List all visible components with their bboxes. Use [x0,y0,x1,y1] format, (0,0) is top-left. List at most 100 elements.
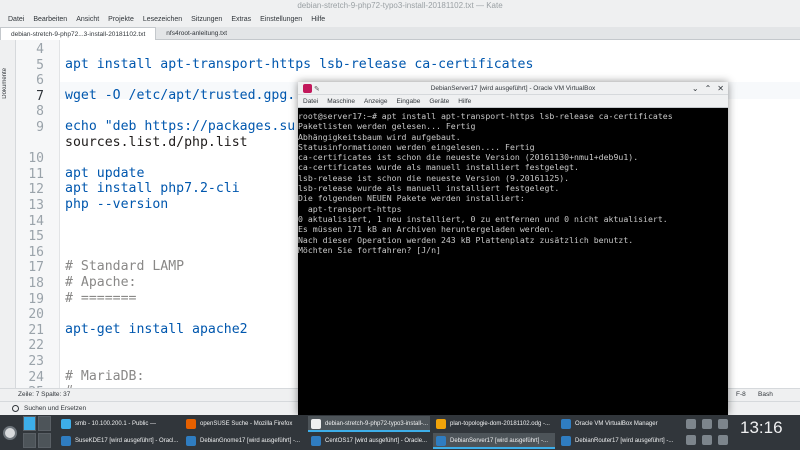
kate-menu-ansicht[interactable]: Ansicht [76,16,99,23]
kate-menu-datei[interactable]: Datei [8,16,24,23]
virtualbox-window[interactable]: ✎ DebianServer17 [wird ausgeführt] - Ora… [298,82,728,415]
code-line[interactable]: apt-get install apache2 [65,322,248,337]
search-replace-label: Suchen und Ersetzen [24,405,87,412]
taskbar-entry[interactable]: DebianRouter17 [wird ausgeführt] -... [558,433,680,449]
network-icon[interactable] [702,419,712,429]
desktop: debian-stretch-9-php72-typo3-install-201… [0,0,800,450]
code-line[interactable]: # Apache: [65,275,136,290]
taskbar-entry-label: DebianServer17 [wird ausgeführt] -... [450,438,549,444]
taskbar-entry-label: CentOS17 [wird ausgeführt] - Oracle... [325,438,428,444]
terminal-line: ca-certificates wurde als manuell instal… [298,162,579,173]
application-launcher-icon[interactable] [3,426,17,440]
kate-menu-extras[interactable]: Extras [231,16,251,23]
vbox-menu-anzeige[interactable]: Anzeige [364,98,388,105]
virtualbox-title: DebianServer17 [wird ausgeführt] - Oracl… [430,85,596,92]
kate-menu-projekte[interactable]: Projekte [108,16,134,23]
window-icon [311,436,321,446]
line-number: 16 [28,244,44,260]
code-line[interactable]: echo "deb https://packages.su [65,119,295,134]
window-icon [436,436,446,446]
taskbar-entry[interactable]: CentOS17 [wird ausgeführt] - Oracle... [308,433,430,449]
terminal-line: ca-certificates ist schon die neueste Ve… [298,152,639,163]
vm-console[interactable]: root@server17:~# apt install apt-transpo… [298,108,728,415]
line-number: 10 [28,151,44,167]
clock[interactable]: 13:16 [740,418,783,438]
code-line[interactable]: sources.list.d/php.list [65,135,248,150]
code-line[interactable]: # ======= [65,291,136,306]
terminal-line: root@server17:~# apt install apt-transpo… [298,111,673,121]
code-line[interactable]: apt install apt-transport-https lsb-rele… [65,57,533,72]
window-icon [436,419,446,429]
kate-menu-bearbeiten[interactable]: Bearbeiten [33,16,67,23]
kate-menu-einstellungen[interactable]: Einstellungen [260,16,302,23]
syntax-mode[interactable]: Bash [758,391,773,398]
line-number: 17 [28,260,44,276]
code-line[interactable]: # MariaDB: [65,369,144,384]
taskbar-entry[interactable]: debian-stretch-9-php72-typo3-install-... [308,416,430,432]
vbox-menu-geräte[interactable]: Geräte [429,98,449,105]
taskbar-entry[interactable]: DebianServer17 [wird ausgeführt] -... [433,433,555,449]
virtualbox-title-bar[interactable]: ✎ DebianServer17 [wird ausgeführt] - Ora… [298,82,728,95]
virtual-desktop-pager[interactable] [23,415,53,450]
terminal-line: Es müssen 171 kB an Archiven heruntergel… [298,224,555,235]
code-line[interactable]: # Standard LAMP [65,259,184,274]
kate-menu-sitzungen[interactable]: Sitzungen [191,16,222,23]
search-icon [12,405,19,412]
close-icon[interactable]: ✕ [717,83,724,94]
terminal-line: Möchten Sie fortfahren? [J/n] [298,244,441,255]
window-icon [561,436,571,446]
line-number: 7 [36,88,44,104]
window-icon [186,436,196,446]
notifications-icon[interactable] [686,435,696,445]
line-number: 11 [28,166,44,182]
cursor-position: Zeile: 7 Spalte: 37 [18,391,71,398]
minimize-icon[interactable]: ⌄ [692,83,699,94]
kate-menu-hilfe[interactable]: Hilfe [311,16,325,23]
line-number: 5 [36,57,44,73]
terminal-line: lsb-release ist schon die neueste Versio… [298,172,570,183]
line-number: 23 [28,354,44,369]
vbox-menu-eingabe[interactable]: Eingabe [397,98,421,105]
volume-icon[interactable] [718,419,728,429]
taskbar-entry[interactable]: plan-topologie-dom-20181102.odg -... [433,416,555,432]
taskbar-entry-label: debian-stretch-9-php72-typo3-install-... [325,421,429,427]
window-icon [561,419,571,429]
updates-icon[interactable] [702,435,712,445]
vbox-menu-datei[interactable]: Datei [303,98,318,105]
taskbar-entry[interactable]: DebianGnome17 [wird ausgeführt] -... [183,433,305,449]
code-line[interactable]: wget -O /etc/apt/trusted.gpg. [65,88,295,103]
code-line[interactable]: apt update [65,166,144,181]
terminal-line: Die folgenden NEUEN Pakete werden instal… [298,193,525,204]
taskbar-entry[interactable]: openSUSE Suche - Mozilla Firefox [183,416,305,432]
tab-nfs4root[interactable]: nfs4root-anleitung.txt [156,27,237,40]
taskbar-entry-label: DebianGnome17 [wird ausgeführt] -... [200,438,301,444]
line-number: 22 [28,338,44,354]
line-number: 14 [28,213,44,229]
line-number: 24 [28,369,44,385]
line-number: 20 [28,307,44,323]
taskbar-entry[interactable]: Oracle VM VirtualBox Manager [558,416,680,432]
code-line[interactable]: php --version [65,197,168,212]
vbox-menu-hilfe[interactable]: Hilfe [458,98,471,105]
line-number: 8 [36,104,44,120]
documents-side-panel[interactable]: Dokumente [0,40,16,388]
taskbar-entry-label: Oracle VM VirtualBox Manager [575,421,658,427]
line-number: 19 [28,291,44,307]
clipboard-icon[interactable] [686,419,696,429]
code-line[interactable]: apt install php7.2-cli [65,181,240,196]
terminal-line: Nach dieser Operation werden 243 kB Plat… [298,234,634,245]
status-encoding-fragment[interactable]: F-8 [736,391,746,398]
maximize-icon[interactable]: ⌃ [705,83,712,94]
vbox-menu-maschine[interactable]: Maschine [327,98,355,105]
tray-expander-icon[interactable] [718,435,728,445]
tab-debian-stretch[interactable]: debian-stretch-9-php72...3-install-20181… [0,27,157,40]
taskbar-entry[interactable]: smb - 10.100.200.1 - Public — [58,416,180,432]
line-number: 13 [28,198,44,213]
kate-menu-lesezeichen[interactable]: Lesezeichen [143,16,182,23]
window-icon [61,419,71,429]
terminal-line: Paketlisten werden gelesen... Fertig [298,121,476,132]
taskbar-entry-label: plan-topologie-dom-20181102.odg -... [450,421,550,427]
terminal-line: lsb-release wurde als manuell installier… [298,183,560,194]
kate-menubar: Datei Bearbeiten Ansicht Projekte Lesezeiche… [0,11,800,27]
taskbar-entry[interactable]: SuseKDE17 [wird ausgeführt] - Oracl... [58,433,180,449]
